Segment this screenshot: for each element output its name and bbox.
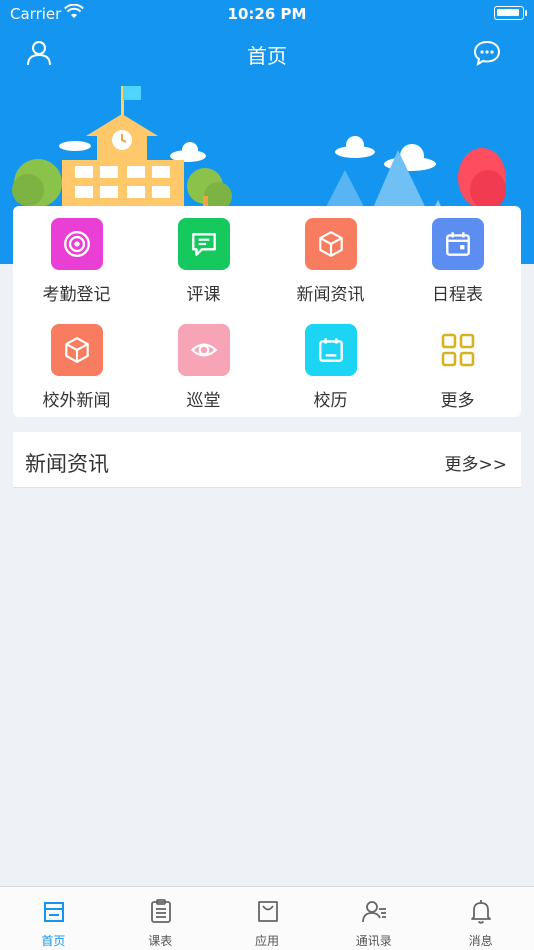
tab-bell[interactable]: 消息 — [427, 887, 534, 950]
cube-icon — [305, 218, 357, 270]
tab-label: 通讯录 — [355, 934, 392, 948]
contacts-icon — [360, 897, 388, 925]
news-section-title: 新闻资讯 — [25, 452, 109, 476]
tab-label: 消息 — [468, 934, 493, 948]
quick-item-8[interactable]: 更多 — [394, 312, 521, 418]
tab-clipboard[interactable]: 课表 — [107, 887, 214, 950]
quick-item-label: 考勤登记 — [42, 285, 111, 305]
chat-bubble-icon[interactable] — [472, 38, 502, 68]
home-icon — [40, 897, 68, 925]
quick-item-6[interactable]: 巡堂 — [140, 312, 267, 418]
cube-icon — [51, 324, 103, 376]
quick-item-3[interactable]: 新闻资讯 — [267, 206, 394, 312]
calendar-icon — [432, 218, 484, 270]
bell-icon — [467, 897, 495, 925]
quick-item-label: 更多 — [440, 391, 475, 411]
bag-icon — [254, 897, 282, 925]
quick-item-label: 校历 — [313, 391, 348, 411]
radar-icon — [51, 218, 103, 270]
quick-item-label: 日程表 — [432, 285, 483, 305]
status-time: 10:26 PM — [227, 5, 307, 23]
quick-item-5[interactable]: 校外新闻 — [13, 312, 140, 418]
clipboard-icon — [147, 897, 175, 925]
quick-item-label: 新闻资讯 — [296, 285, 365, 305]
quick-item-4[interactable]: 日程表 — [394, 206, 521, 312]
page-title: 首页 — [247, 44, 287, 68]
tab-label: 课表 — [148, 934, 173, 948]
tab-label: 应用 — [254, 934, 279, 948]
grid-icon — [432, 324, 484, 376]
quick-item-label: 评课 — [186, 285, 221, 305]
status-bar: Carrier 10:26 PM — [0, 0, 534, 28]
quick-item-7[interactable]: 校历 — [267, 312, 394, 418]
news-more-link[interactable]: 更多>> — [445, 450, 508, 475]
tab-home[interactable]: 首页 — [0, 887, 107, 950]
battery-icon — [494, 6, 527, 20]
tab-bar: 首页 课表 应用 通讯录 消息 — [0, 886, 534, 950]
eye-icon — [178, 324, 230, 376]
quick-item-label: 校外新闻 — [42, 391, 111, 411]
comment-icon — [178, 218, 230, 270]
quick-access-card: 考勤登记 评课 新闻资讯 日程表校外新闻 巡堂 校历 更多 — [13, 206, 521, 417]
calendar-frame-icon — [305, 324, 357, 376]
quick-item-2[interactable]: 评课 — [140, 206, 267, 312]
tab-bag[interactable]: 应用 — [214, 887, 321, 950]
quick-item-label: 巡堂 — [186, 391, 221, 411]
quick-item-1[interactable]: 考勤登记 — [13, 206, 140, 312]
tab-label: 首页 — [41, 934, 66, 948]
tab-contacts[interactable]: 通讯录 — [320, 887, 427, 950]
news-section-header: 新闻资讯 更多>> — [13, 432, 521, 488]
